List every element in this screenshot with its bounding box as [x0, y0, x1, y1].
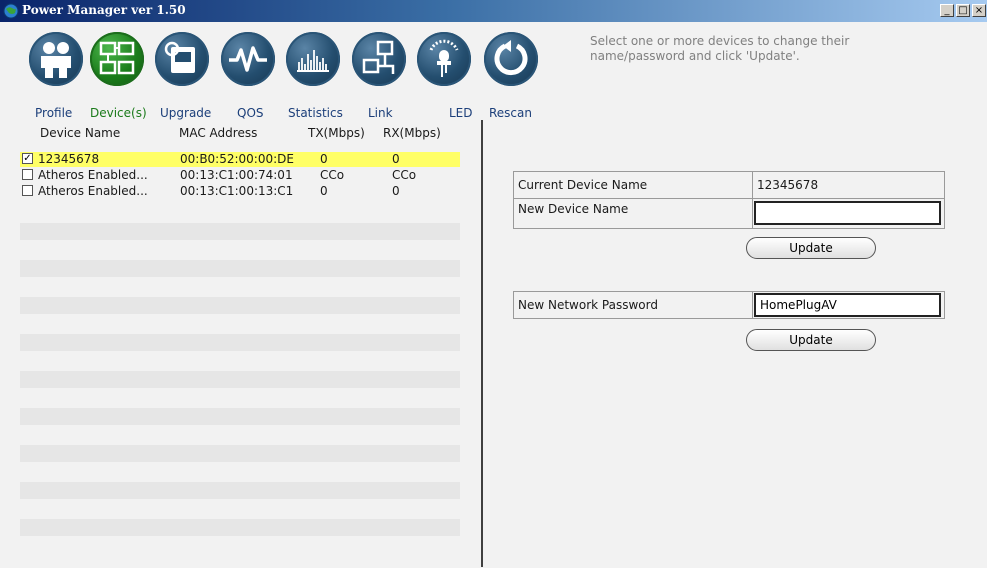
device-list-header: Device Name MAC Address TX(Mbps) RX(Mbps…	[8, 120, 483, 146]
column-header-device-name[interactable]: Device Name	[40, 126, 120, 140]
maximize-button[interactable]: □	[956, 4, 970, 17]
mac-address-cell: 00:13:C1:00:13:C1	[180, 184, 294, 198]
device-list-body: ✓ 12345678 00:B0:52:00:00:DE 0 0 Atheros…	[20, 148, 460, 568]
toolbar: Profile Device(s) Upgrade QOS Statistics…	[0, 22, 987, 120]
update-name-button[interactable]: Update	[746, 237, 876, 259]
device-name-cell: 12345678	[38, 152, 100, 166]
window-title: Power Manager ver 1.50	[22, 3, 186, 17]
table-row[interactable]: Atheros Enabled... 00:13:C1:00:74:01 CCo…	[20, 168, 460, 183]
tool-statistics-label: Statistics	[288, 106, 343, 120]
rx-cell: 0	[392, 152, 400, 166]
app-globe-icon	[3, 3, 19, 19]
table-row[interactable]: Atheros Enabled... 00:13:C1:00:13:C1 0 0	[20, 184, 460, 199]
table-row[interactable]: ✓ 12345678 00:B0:52:00:00:DE 0 0	[20, 152, 460, 167]
new-device-name-input[interactable]	[754, 201, 941, 225]
bar-chart-icon	[286, 32, 340, 86]
tool-devices-label: Device(s)	[90, 106, 147, 120]
devices-icon	[90, 32, 144, 86]
row-checkbox[interactable]	[22, 169, 33, 180]
list-stripe	[20, 445, 460, 462]
people-icon	[29, 32, 83, 86]
column-header-mac-address[interactable]: MAC Address	[179, 126, 257, 140]
update-password-button[interactable]: Update	[746, 329, 876, 351]
device-list-panel: Device Name MAC Address TX(Mbps) RX(Mbps…	[8, 120, 483, 567]
list-stripe	[20, 297, 460, 314]
led-icon	[417, 32, 471, 86]
rescan-icon	[484, 32, 538, 86]
rx-cell: 0	[392, 184, 400, 198]
list-stripe	[20, 223, 460, 240]
tx-cell: 0	[320, 152, 328, 166]
waveform-icon	[221, 32, 275, 86]
minimize-button[interactable]: _	[940, 4, 954, 17]
device-name-cell: Atheros Enabled...	[38, 168, 148, 182]
title-bar: Power Manager ver 1.50 _ □ ×	[0, 0, 987, 22]
new-network-password-label: New Network Password	[513, 291, 753, 319]
tool-qos-label: QOS	[237, 106, 264, 120]
column-header-rx[interactable]: RX(Mbps)	[383, 126, 441, 140]
device-name-cell: Atheros Enabled...	[38, 184, 148, 198]
current-device-name-label: Current Device Name	[513, 171, 753, 199]
current-device-name-value: 12345678	[752, 171, 945, 199]
tool-profile-label: Profile	[35, 106, 73, 120]
row-checkbox[interactable]	[22, 185, 33, 196]
list-stripe	[20, 371, 460, 388]
list-stripe	[20, 260, 460, 277]
mac-address-cell: 00:13:C1:00:74:01	[180, 168, 293, 182]
network-password-input[interactable]	[754, 293, 941, 317]
new-device-name-label: New Device Name	[513, 198, 753, 229]
instruction-hint: Select one or more devices to change the…	[590, 34, 850, 63]
column-header-tx[interactable]: TX(Mbps)	[308, 126, 365, 140]
upgrade-icon	[155, 32, 209, 86]
row-checkbox[interactable]: ✓	[22, 153, 33, 164]
tool-upgrade-label: Upgrade	[160, 106, 212, 120]
rx-cell: CCo	[392, 168, 417, 182]
network-link-icon	[352, 32, 406, 86]
tool-link-label: Link	[368, 106, 393, 120]
close-button[interactable]: ×	[972, 4, 986, 17]
list-stripe	[20, 408, 460, 425]
list-stripe	[20, 482, 460, 499]
tx-cell: CCo	[320, 168, 345, 182]
tx-cell: 0	[320, 184, 328, 198]
list-stripe	[20, 334, 460, 351]
tool-rescan-label: Rescan	[489, 106, 532, 120]
mac-address-cell: 00:B0:52:00:00:DE	[180, 152, 294, 166]
list-stripe	[20, 519, 460, 536]
tool-led-label: LED	[449, 106, 473, 120]
